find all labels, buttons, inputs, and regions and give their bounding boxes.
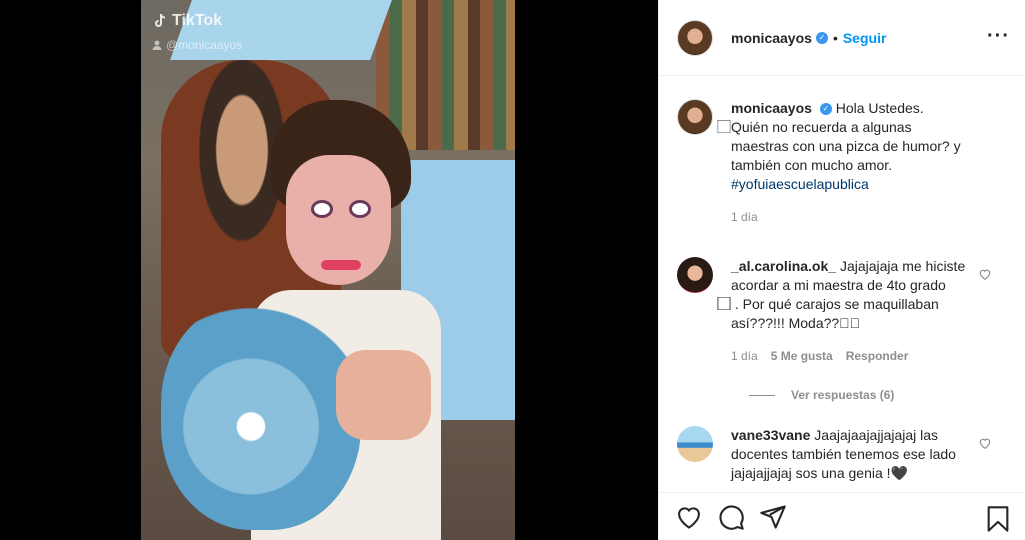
post-side-panel: monicaayos ✓ • Seguir ··· monicaayos ✓ H… (658, 0, 1025, 540)
commenter-avatar[interactable] (677, 426, 713, 462)
commenter-avatar[interactable] (677, 257, 713, 293)
comment-body: vane33vane Jaajajaajajjajajaj las docent… (731, 426, 971, 483)
view-replies-button[interactable]: Ver respuestas (6) (749, 388, 1010, 402)
view-replies-label: Ver respuestas (6) (791, 388, 895, 402)
comment-item: vane33vane Jaajajaajajjajajaj las docent… (677, 426, 1010, 483)
comment-meta: 1 día 5 Me gusta Responder (731, 347, 971, 366)
verified-icon: ✓ (819, 103, 832, 116)
right-eye (349, 200, 371, 218)
tiktok-watermark: TikTok @monicaayos (152, 12, 242, 52)
caption-time[interactable]: 1 día (731, 208, 758, 227)
post-video[interactable] (141, 0, 515, 540)
replies-divider (749, 394, 775, 396)
hashtag-link[interactable]: #yofuiaescuelapublica (731, 176, 869, 192)
share-icon[interactable] (759, 503, 787, 531)
more-icon[interactable]: ··· (987, 26, 1010, 46)
post-actions (659, 492, 1025, 540)
commenter-username[interactable]: _al.carolina.ok_ (731, 258, 836, 274)
comment-item: _al.carolina.ok_ Jajajajaja me hiciste a… (677, 257, 1010, 366)
caption-username[interactable]: monicaayos (731, 100, 812, 116)
comment-icon[interactable] (717, 503, 745, 531)
caption-avatar[interactable] (677, 99, 713, 135)
tiktok-note-icon (155, 13, 166, 27)
separator-dot: • (832, 29, 838, 46)
verified-icon: ✓ (815, 31, 828, 44)
tiktok-handle-text: @monicaayos (166, 38, 243, 52)
mouth (321, 260, 361, 270)
follow-button[interactable]: Seguir (843, 30, 887, 46)
caption-meta: 1 día (731, 208, 971, 227)
caption: monicaayos ✓ Hola Ustedes. ⃞Quién no rec… (677, 99, 1010, 227)
commenter-username[interactable]: vane33vane (731, 427, 810, 443)
comment-time[interactable]: 1 día (731, 347, 758, 366)
left-eye (311, 200, 333, 218)
heart-icon[interactable] (978, 267, 992, 281)
heart-icon[interactable] (675, 503, 703, 531)
author-avatar[interactable] (677, 19, 713, 56)
tiktok-brand: TikTok (172, 12, 223, 29)
media-area: TikTok @monicaayos (0, 0, 658, 540)
tiktok-handle: @monicaayos (152, 38, 242, 52)
comments-list[interactable]: monicaayos ✓ Hola Ustedes. ⃞Quién no rec… (659, 77, 1025, 492)
heart-icon[interactable] (978, 436, 992, 450)
post-header: monicaayos ✓ • Seguir ··· (659, 0, 1025, 76)
reply-button[interactable]: Responder (846, 347, 909, 366)
comment-likes[interactable]: 5 Me gusta (771, 347, 833, 366)
hand (336, 350, 431, 440)
blue-flower-decoration (161, 300, 361, 530)
bookmark-icon[interactable] (984, 505, 1012, 533)
comment-body: _al.carolina.ok_ Jajajajaja me hiciste a… (731, 257, 971, 366)
author-username[interactable]: monicaayos (731, 30, 812, 46)
tiktok-logo: TikTok (152, 12, 242, 30)
caption-body: monicaayos ✓ Hola Ustedes. ⃞Quién no rec… (731, 99, 971, 227)
user-icon (152, 40, 162, 50)
